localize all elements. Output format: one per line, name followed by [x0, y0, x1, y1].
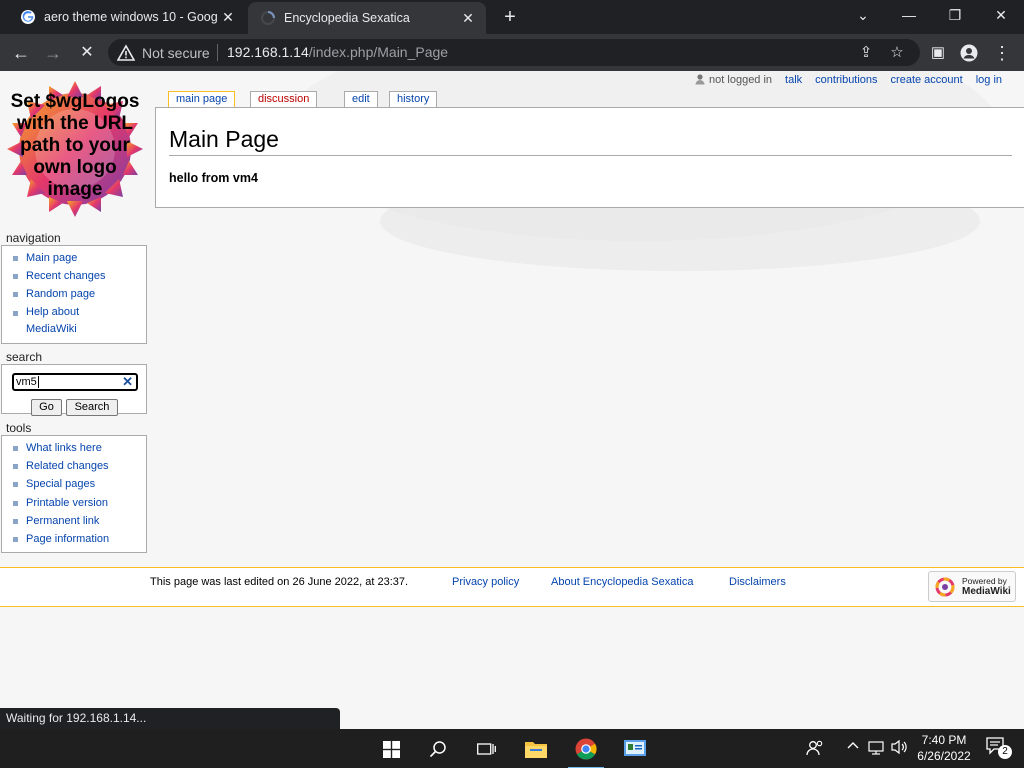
address-bar[interactable]: Not secure 192.168.1.14/index.php/Main_P…	[108, 39, 920, 66]
status-bubble: Waiting for 192.168.1.14...	[0, 708, 340, 729]
tab-edit[interactable]: edit	[344, 91, 378, 107]
page-body-text: hello from vm4	[169, 171, 258, 185]
clock-date: 6/26/2022	[917, 749, 971, 763]
search-heading: search	[6, 350, 43, 364]
nav-help[interactable]: Help about MediaWiki	[12, 304, 94, 338]
page-viewport: Set $wgLogos with the URL path to your o…	[0, 71, 1024, 729]
nav-recent-changes[interactable]: Recent changes	[12, 267, 146, 285]
star-icon[interactable]: ☆	[887, 43, 907, 63]
profile-icon[interactable]	[956, 40, 982, 66]
forward-button[interactable]: →	[40, 40, 66, 66]
people-icon[interactable]	[806, 739, 824, 760]
not-logged-in: not logged in	[709, 74, 773, 86]
page-title: Main Page	[169, 126, 1012, 156]
content-area: Main Page hello from vm4	[155, 107, 1024, 208]
tab-title: aero theme windows 10 - Google Search	[44, 10, 218, 24]
navigation-portlet: Main page Recent changes Random page Hel…	[1, 245, 147, 344]
tools-what-links-here[interactable]: What links here	[12, 439, 146, 457]
clock[interactable]: 7:40 PM 6/26/2022	[910, 732, 978, 764]
divider	[217, 44, 218, 61]
last-modified: This page was last edited on 26 June 202…	[150, 576, 409, 588]
notification-center-icon[interactable]: 2	[986, 737, 1012, 759]
tab-label: edit	[352, 93, 370, 105]
tab-search-icon[interactable]: ⌄	[840, 0, 886, 34]
tab-label: history	[397, 93, 430, 105]
browser-toolbar: ← → ✕ Not secure 192.168.1.14/index.php/…	[0, 34, 1024, 71]
clock-time: 7:40 PM	[921, 733, 967, 747]
create-account-link[interactable]: create account	[891, 74, 963, 86]
tab-discussion[interactable]: discussion	[250, 91, 318, 107]
tools-page-information[interactable]: Page information	[12, 530, 146, 548]
chrome-icon[interactable]	[568, 735, 604, 768]
mediawiki-text: MediaWiki	[962, 586, 1011, 597]
powered-by-text: Powered by	[962, 576, 1007, 586]
tab-title: Encyclopedia Sexatica	[284, 11, 410, 25]
user-icon	[695, 74, 705, 85]
close-tab-icon[interactable]: ✕	[458, 10, 478, 27]
stop-loading-button[interactable]: ✕	[74, 40, 100, 66]
side-panel-icon[interactable]: ▣	[925, 40, 951, 66]
about-link[interactable]: About Encyclopedia Sexatica	[551, 576, 693, 588]
nav-random-page[interactable]: Random page	[12, 285, 146, 303]
tab-strip: aero theme windows 10 - Google Search ✕ …	[0, 0, 1024, 34]
minimize-button[interactable]: —	[886, 0, 932, 34]
tools-printable-version[interactable]: Printable version	[12, 494, 146, 512]
log-in-link[interactable]: log in	[976, 74, 1002, 86]
privacy-policy-link[interactable]: Privacy policy	[452, 576, 519, 588]
search-icon[interactable]	[424, 735, 452, 763]
tools-portlet: What links here Related changes Special …	[1, 435, 147, 553]
chevron-up-icon[interactable]	[846, 738, 860, 755]
clear-search-icon[interactable]: ✕	[122, 374, 133, 390]
tools-permanent-link[interactable]: Permanent link	[12, 512, 146, 530]
disclaimers-link[interactable]: Disclaimers	[729, 576, 786, 588]
notification-count: 2	[998, 745, 1012, 759]
taskbar: 7:40 PM 6/26/2022 2	[0, 729, 1024, 768]
warning-icon[interactable]	[117, 44, 135, 62]
tab-google-search[interactable]: aero theme windows 10 - Google Search ✕	[8, 0, 246, 34]
tools-special-pages[interactable]: Special pages	[12, 475, 146, 493]
go-button[interactable]: Go	[31, 399, 62, 416]
contributions-link[interactable]: contributions	[815, 74, 877, 86]
navigation-heading: navigation	[6, 231, 61, 245]
tab-encyclopedia[interactable]: Encyclopedia Sexatica ✕	[248, 2, 486, 34]
mediawiki-icon	[935, 577, 955, 597]
search-value: vm5	[16, 376, 37, 388]
control-panel-icon[interactable]	[621, 735, 649, 763]
restore-button[interactable]: ❐	[932, 0, 978, 34]
share-icon[interactable]: ⇪	[856, 43, 876, 63]
search-input[interactable]: vm5 ✕	[12, 373, 138, 391]
task-view-icon[interactable]	[472, 735, 500, 763]
personal-tools: not logged in talk contributions create acc…	[694, 73, 1002, 86]
volume-icon[interactable]	[891, 739, 909, 758]
tab-main-page[interactable]: main page	[168, 91, 236, 108]
nav-main-page[interactable]: Main page	[12, 249, 146, 267]
tab-history[interactable]: history	[389, 91, 438, 107]
tools-related-changes[interactable]: Related changes	[12, 457, 146, 475]
network-icon[interactable]	[867, 739, 885, 758]
loading-spinner-icon	[261, 11, 275, 25]
text-caret	[38, 376, 39, 388]
wiki-logo[interactable]: Set $wgLogos with the URL path to your o…	[6, 79, 144, 219]
close-window-button[interactable]: ✕	[978, 0, 1024, 34]
talk-link[interactable]: talk	[785, 74, 802, 86]
tab-label: discussion	[258, 93, 310, 105]
url-path: /index.php/Main_Page	[308, 44, 449, 60]
logo-text: Set $wgLogos with the URL path to your o…	[10, 91, 140, 200]
back-button[interactable]: ←	[8, 40, 34, 66]
file-explorer-icon[interactable]	[522, 735, 550, 763]
tab-label: main page	[176, 93, 228, 105]
url-text[interactable]: 192.168.1.14/index.php/Main_Page	[227, 44, 448, 60]
google-icon	[21, 10, 35, 24]
menu-icon[interactable]: ⋮	[989, 40, 1015, 66]
security-label[interactable]: Not secure	[142, 45, 210, 61]
tools-heading: tools	[6, 421, 32, 435]
close-tab-icon[interactable]: ✕	[218, 9, 238, 26]
url-host: 192.168.1.14	[227, 44, 309, 60]
search-portlet: vm5 ✕ Go Search	[1, 364, 147, 416]
new-tab-button[interactable]: +	[498, 5, 522, 29]
start-icon[interactable]	[377, 735, 405, 763]
search-button[interactable]: Search	[66, 399, 118, 416]
footer: This page was last edited on 26 June 202…	[0, 567, 1024, 607]
powered-by-mediawiki-badge[interactable]: Powered by MediaWiki	[928, 571, 1016, 602]
